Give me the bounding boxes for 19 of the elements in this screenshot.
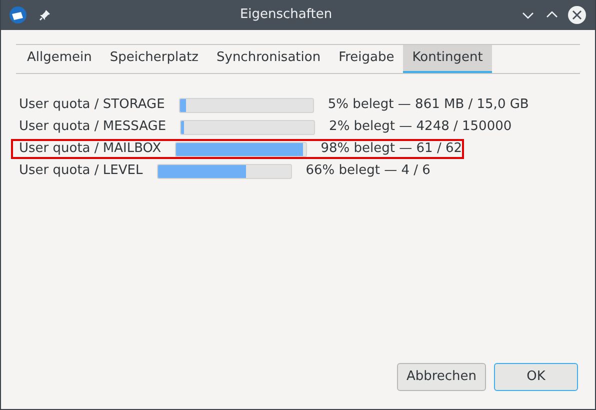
window-title: Eigenschaften bbox=[240, 6, 332, 24]
pin-icon[interactable] bbox=[39, 9, 51, 21]
quota-label: User quota / MAILBOX bbox=[19, 140, 162, 158]
tab[interactable]: Allgemein bbox=[18, 45, 101, 73]
quota-reading: 98% belegt — 61 / 62 bbox=[320, 140, 462, 158]
quota-reading: 66% belegt — 4 / 6 bbox=[306, 162, 430, 180]
quota-reading: 2% belegt — 4248 / 150000 bbox=[329, 118, 512, 136]
app-icon bbox=[9, 6, 27, 24]
dialog-button[interactable]: OK bbox=[494, 363, 578, 391]
quota-reading: 5% belegt — 861 MB / 15,0 GB bbox=[328, 96, 529, 114]
tab[interactable]: Freigabe bbox=[330, 45, 404, 73]
close-icon[interactable] bbox=[567, 5, 587, 25]
tab[interactable]: Synchronisation bbox=[208, 45, 330, 73]
dialog-button[interactable]: Abbrechen bbox=[397, 363, 486, 391]
quota-label: User quota / LEVEL bbox=[19, 162, 143, 180]
tab[interactable]: Kontingent bbox=[403, 45, 492, 73]
quota-label: User quota / MESSAGE bbox=[19, 118, 166, 136]
tab[interactable]: Speicherplatz bbox=[100, 45, 208, 73]
quota-label: User quota / STORAGE bbox=[19, 96, 165, 114]
